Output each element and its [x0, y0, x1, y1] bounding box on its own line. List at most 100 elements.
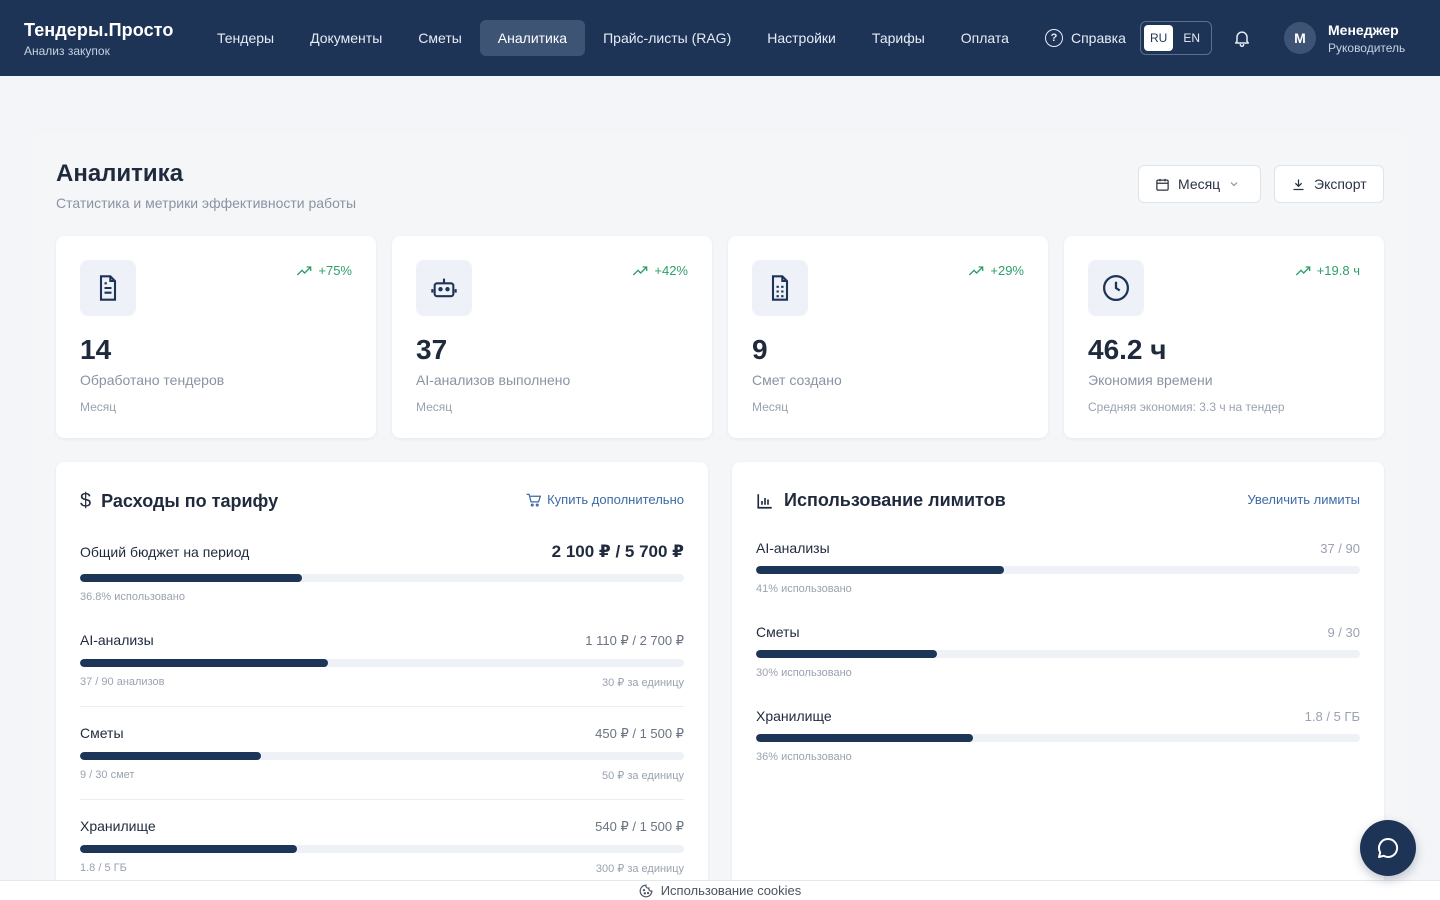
limit-used: 36% использовано	[756, 751, 852, 763]
bar-chart-icon	[757, 493, 772, 509]
stat-trend: +75%	[318, 263, 352, 278]
cookies-label: Использование cookies	[660, 883, 802, 898]
limit-row: AI-анализы 37 / 90 41% использовано	[756, 540, 1360, 595]
stat-card-ai: +42% 37 AI-анализов выполнено Месяц	[392, 236, 712, 438]
buy-more-label: Купить дополнительно	[547, 492, 684, 507]
limit-progress	[756, 650, 1360, 658]
progress-fill	[756, 566, 1004, 574]
export-button[interactable]: Экспорт	[1274, 165, 1384, 203]
stat-period: Средняя экономия: 3.3 ч на тендер	[1088, 400, 1285, 414]
limit-value: 1.8 / 5 ГБ	[1304, 709, 1360, 724]
expenses-card: $ Расходы по тарифу Купить дополнительно…	[56, 462, 708, 892]
budget-percent: 36.8% использовано	[80, 591, 185, 603]
budget-progress	[80, 574, 684, 582]
nav-tariffs[interactable]: Тарифы	[854, 20, 943, 56]
stat-card-time: +19.8 ч 46.2 ч Экономия времени Средняя …	[1064, 236, 1384, 438]
bell-icon[interactable]	[1232, 28, 1252, 48]
progress-fill	[756, 734, 974, 742]
expense-progress	[80, 845, 684, 853]
expense-value: 450 ₽ / 1 500 ₽	[595, 726, 684, 741]
expense-name: Сметы	[80, 725, 124, 741]
stat-card-tenders: +75% 14 Обработано тендеров Месяц	[56, 236, 376, 438]
chevron-down-icon	[1230, 182, 1238, 187]
budget-name: Общий бюджет на период	[80, 544, 250, 560]
stat-label: Экономия времени	[1088, 372, 1213, 388]
budget-value: 2 100 ₽ / 5 700 ₽	[551, 542, 684, 561]
limit-used: 41% использовано	[756, 583, 852, 595]
nav-documents[interactable]: Документы	[292, 20, 400, 56]
expense-value: 1 110 ₽ / 2 700 ₽	[585, 633, 684, 648]
main-nav: Тендеры Документы Сметы Аналитика Прайс-…	[199, 20, 1144, 56]
stat-card-estimates: +29% 9 Смет создано Месяц	[728, 236, 1048, 438]
expense-count: 1.8 / 5 ГБ	[80, 862, 127, 874]
limit-value: 37 / 90	[1320, 541, 1360, 556]
calendar-icon	[1156, 178, 1169, 191]
expense-count: 37 / 90 анализов	[80, 676, 165, 688]
limit-progress	[756, 734, 1360, 742]
expense-progress	[80, 752, 684, 760]
nav-tenders[interactable]: Тендеры	[199, 20, 292, 56]
expense-unit-price: 300 ₽ за единицу	[595, 863, 684, 875]
nav-price-lists[interactable]: Прайс-листы (RAG)	[585, 20, 749, 56]
stat-label: Смет создано	[752, 372, 842, 388]
export-label: Экспорт	[1314, 176, 1367, 192]
clock-icon	[1103, 275, 1129, 301]
chat-button[interactable]	[1360, 820, 1416, 876]
nav-settings[interactable]: Настройки	[749, 20, 854, 56]
expense-count: 9 / 30 смет	[80, 769, 135, 781]
divider	[80, 706, 684, 707]
brand[interactable]: Тендеры.Просто Анализ закупок	[24, 20, 173, 58]
nav-payment[interactable]: Оплата	[943, 20, 1027, 56]
limit-row: Хранилище 1.8 / 5 ГБ 36% использовано	[756, 708, 1360, 763]
spreadsheet-icon	[771, 275, 789, 301]
stat-trend: +42%	[654, 263, 688, 278]
limits-card: Использование лимитов Увеличить лимиты A…	[732, 462, 1384, 892]
progress-fill	[80, 574, 303, 582]
progress-fill	[80, 659, 329, 667]
nav-help[interactable]: ? Справка	[1027, 20, 1144, 56]
expense-unit-price: 30 ₽ за единицу	[601, 677, 684, 689]
lang-ru[interactable]: RU	[1144, 25, 1174, 51]
language-switcher: RU EN	[1140, 21, 1212, 55]
chat-bubble-icon	[1378, 837, 1399, 858]
cookies-bar[interactable]: Использование cookies	[0, 880, 1440, 900]
expense-value: 540 ₽ / 1 500 ₽	[595, 819, 684, 834]
limit-progress	[756, 566, 1360, 574]
increase-limits-link[interactable]: Увеличить лимиты	[1247, 492, 1360, 507]
stat-value: 14	[80, 334, 112, 365]
nav-help-label: Справка	[1070, 30, 1126, 46]
buy-more-link[interactable]: Купить дополнительно	[526, 492, 684, 507]
trending-up-icon	[1295, 265, 1311, 275]
cookie-icon	[639, 884, 653, 897]
budget-row: Общий бюджет на период 2 100 ₽ / 5 700 ₽…	[80, 542, 684, 603]
expense-unit-price: 50 ₽ за единицу	[601, 770, 684, 782]
brand-subtitle: Анализ закупок	[24, 44, 110, 58]
stat-period: Месяц	[416, 400, 453, 414]
nav-estimates[interactable]: Сметы	[400, 20, 480, 56]
trending-up-icon	[633, 265, 648, 275]
limit-name: Сметы	[756, 624, 800, 640]
trending-up-icon	[297, 265, 312, 275]
expense-progress	[80, 659, 684, 667]
robot-icon	[431, 278, 457, 298]
limit-name: Хранилище	[756, 708, 832, 724]
nav-analytics[interactable]: Аналитика	[479, 20, 586, 56]
lang-en[interactable]: EN	[1177, 25, 1206, 51]
stat-label: Обработано тендеров	[80, 372, 225, 388]
expense-row: Хранилище 540 ₽ / 1 500 ₽ 1.8 / 5 ГБ 300…	[80, 818, 684, 875]
stat-period: Месяц	[752, 400, 789, 414]
stat-value: 37	[416, 334, 448, 365]
period-label: Месяц	[1178, 176, 1221, 192]
avatar[interactable]: M	[1284, 22, 1316, 54]
period-select[interactable]: Месяц	[1138, 165, 1261, 203]
stat-value: 46.2 ч	[1088, 334, 1167, 365]
dollar-icon: $	[80, 490, 92, 512]
help-circle-icon: ?	[1044, 29, 1063, 47]
stat-label: AI-анализов выполнено	[416, 372, 571, 388]
user-info[interactable]: Менеджер Руководитель	[1328, 22, 1405, 55]
stat-trend: +29%	[990, 263, 1024, 278]
limit-used: 30% использовано	[756, 667, 852, 679]
progress-fill	[80, 752, 262, 760]
limit-name: AI-анализы	[756, 540, 830, 556]
limit-value: 9 / 30	[1327, 625, 1360, 640]
